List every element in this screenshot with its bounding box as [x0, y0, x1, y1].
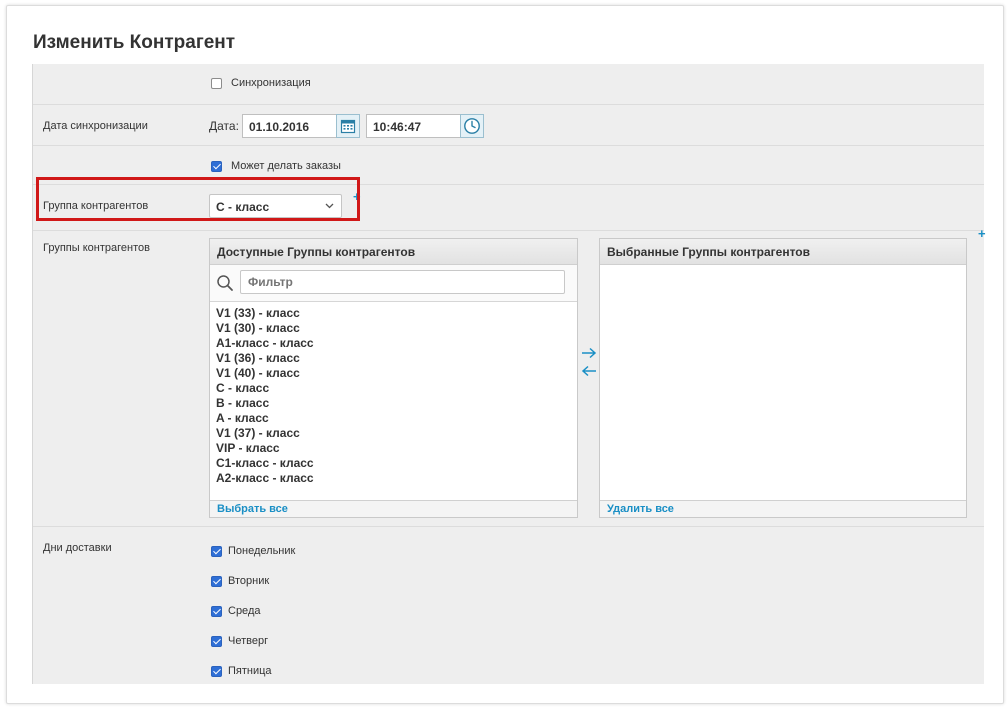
sync-checkbox-label: Синхронизация — [231, 77, 311, 89]
calendar-icon — [340, 119, 356, 134]
date-input[interactable]: 01.10.2016 — [242, 114, 337, 138]
sync-row: Синхронизация — [33, 64, 984, 105]
list-item[interactable]: V1 (36) - класс — [210, 351, 577, 366]
date-prefix: Дата: — [209, 119, 239, 133]
list-item[interactable]: C1-класс - класс — [210, 456, 577, 471]
list-item[interactable]: A - класс — [210, 411, 577, 426]
groups-row: Группы контрагентов Доступные Группы кон… — [33, 226, 986, 527]
list-item[interactable]: C - класс — [210, 381, 577, 396]
filter-bar — [210, 265, 577, 302]
list-item[interactable]: V1 (30) - класс — [210, 321, 577, 336]
search-icon — [217, 275, 233, 291]
time-input[interactable]: 10:46:47 — [366, 114, 461, 138]
arrow-left-icon[interactable] — [581, 365, 597, 377]
wednesday-checkbox[interactable] — [211, 606, 222, 617]
tuesday-label: Вторник — [228, 575, 270, 587]
arrow-right-icon[interactable] — [581, 347, 597, 359]
selected-groups-panel: Выбранные Группы контрагентов Удалить вс… — [599, 238, 967, 518]
group-highlight-frame — [36, 177, 360, 221]
available-groups-title: Доступные Группы контрагентов — [210, 239, 577, 265]
list-item[interactable]: VIP - класс — [210, 441, 577, 456]
edit-counterparty-card: Изменить Контрагент Синхронизация Дата с… — [6, 5, 1004, 704]
list-item[interactable]: V1 (40) - класс — [210, 366, 577, 381]
groups-label: Группы контрагентов — [43, 242, 150, 254]
tuesday-checkbox[interactable] — [211, 576, 222, 587]
calendar-button[interactable] — [336, 114, 360, 138]
available-groups-panel: Доступные Группы контрагентов V1 (33) - … — [209, 238, 578, 518]
form: Синхронизация Дата синхронизации Дата: 0… — [32, 64, 986, 687]
can-order-checkbox[interactable] — [211, 161, 222, 172]
select-all-link[interactable]: Выбрать все — [210, 500, 577, 517]
thursday-checkbox[interactable] — [211, 636, 222, 647]
available-groups-list: V1 (33) - класс V1 (30) - класс A1-класс… — [210, 302, 577, 486]
list-item[interactable]: V1 (37) - класс — [210, 426, 577, 441]
clock-button[interactable] — [460, 114, 484, 138]
delivery-label: Дни доставки — [43, 542, 112, 554]
filter-input[interactable] — [240, 270, 565, 294]
monday-label: Понедельник — [228, 545, 296, 557]
monday-checkbox[interactable] — [211, 546, 222, 557]
friday-label: Пятница — [228, 665, 272, 677]
sync-date-label: Дата синхронизации — [43, 120, 148, 132]
remove-all-link[interactable]: Удалить все — [600, 500, 966, 517]
clock-icon — [464, 118, 480, 134]
sync-date-row: Дата синхронизации Дата: 01.10.2016 10:4… — [33, 105, 984, 146]
list-item[interactable]: A2-класс - класс — [210, 471, 577, 486]
selected-groups-title: Выбранные Группы контрагентов — [600, 239, 966, 265]
list-item[interactable]: B - класс — [210, 396, 577, 411]
delivery-row: Дни доставки Понедельник Вторник Среда Ч… — [33, 527, 984, 687]
list-item[interactable]: V1 (33) - класс — [210, 306, 577, 321]
list-item[interactable]: A1-класс - класс — [210, 336, 577, 351]
page-title: Изменить Контрагент — [33, 32, 236, 53]
wednesday-label: Среда — [228, 605, 261, 617]
groups-add-plus-icon[interactable]: + — [978, 226, 986, 241]
sync-checkbox[interactable] — [211, 78, 222, 89]
thursday-label: Четверг — [228, 635, 269, 647]
friday-checkbox[interactable] — [211, 666, 222, 677]
can-order-checkbox-label: Может делать заказы — [231, 160, 341, 172]
